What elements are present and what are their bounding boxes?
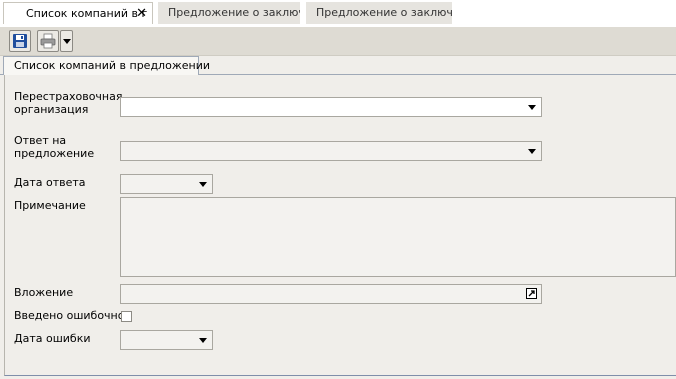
- response-date-label: Дата ответа: [14, 176, 86, 189]
- tab-label: Предложение о заключ: [168, 6, 300, 19]
- entered-erroneously-label: Введено ошибочно: [14, 309, 125, 322]
- chevron-down-icon[interactable]: [199, 182, 207, 187]
- chevron-down-icon[interactable]: [199, 338, 207, 343]
- save-icon: [13, 34, 27, 48]
- print-icon: [40, 33, 56, 49]
- chevron-down-icon[interactable]: [528, 105, 536, 110]
- note-textarea[interactable]: [120, 197, 676, 277]
- tab-companies-in-proposal[interactable]: Список компаний в предложении: [3, 56, 210, 75]
- document-tab-bar: Список компаний в г ✕ Предложение о закл…: [0, 0, 676, 27]
- attachment-field[interactable]: [120, 284, 542, 304]
- close-icon[interactable]: ✕: [136, 3, 147, 24]
- form-tab-strip: Список компаний в предложении: [0, 55, 676, 75]
- reinsurer-label: Перестраховочная организация: [14, 90, 123, 116]
- chevron-down-icon[interactable]: [528, 149, 536, 154]
- tab-company-list[interactable]: Список компаний в г ✕: [3, 2, 153, 24]
- save-button[interactable]: [9, 30, 31, 52]
- form-tab-label: Список компаний в предложении: [14, 59, 210, 72]
- print-options-dropdown[interactable]: [60, 30, 73, 52]
- error-date-label: Дата ошибки: [14, 332, 91, 345]
- note-label: Примечание: [14, 199, 86, 212]
- toolbar: [0, 27, 676, 56]
- open-attachment-icon[interactable]: [526, 288, 537, 299]
- error-date-picker[interactable]: [120, 330, 213, 350]
- tab-label: Список компаний в г: [26, 7, 148, 20]
- tab-proposal-1[interactable]: Предложение о заключ: [158, 2, 300, 24]
- response-label: Ответ на предложение: [14, 134, 95, 160]
- reinsurer-select[interactable]: [120, 97, 542, 117]
- entered-erroneously-checkbox[interactable]: [121, 311, 132, 322]
- tab-label: Предложение о заключ: [316, 6, 452, 19]
- response-date-picker[interactable]: [120, 174, 213, 194]
- response-select[interactable]: [120, 141, 542, 161]
- attachment-label: Вложение: [14, 286, 74, 299]
- print-button[interactable]: [37, 30, 59, 52]
- tab-proposal-2[interactable]: Предложение о заключ: [306, 2, 452, 24]
